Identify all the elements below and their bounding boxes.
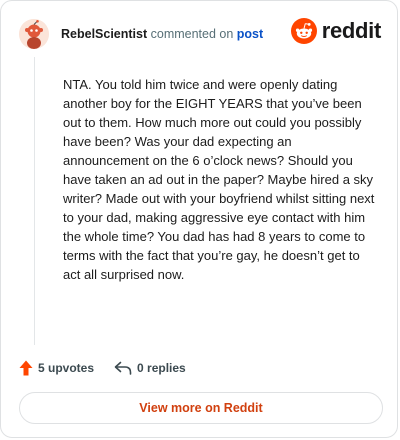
upvote-arrow-icon	[19, 360, 33, 376]
comment-header: RebelScientist commented on post reddit	[19, 17, 381, 51]
reply-button[interactable]: 0 replies	[114, 361, 186, 375]
reddit-wordmark: reddit	[321, 18, 382, 43]
username-link[interactable]: RebelScientist	[61, 27, 147, 41]
upvote-button[interactable]: 5 upvotes	[19, 360, 94, 376]
comment-body: NTA. You told him twice and were openly …	[63, 77, 375, 282]
snoo-avatar-icon	[19, 19, 49, 49]
comment-actions: 5 upvotes 0 replies	[19, 359, 186, 377]
thread-line	[34, 57, 35, 345]
byline-action-text: commented on	[147, 27, 237, 41]
upvote-count: 5 upvotes	[38, 361, 95, 375]
comment-byline: RebelScientist commented on post	[61, 27, 263, 41]
reply-arrow-icon	[114, 361, 132, 375]
reddit-alien-icon	[290, 18, 317, 44]
comment-embed-card: RebelScientist commented on post reddit …	[0, 0, 398, 438]
reddit-logo[interactable]: reddit	[290, 18, 382, 44]
reply-count: 0 replies	[137, 361, 186, 375]
post-link[interactable]: post	[237, 27, 263, 41]
user-avatar[interactable]	[19, 19, 49, 49]
view-more-button[interactable]: View more on Reddit	[19, 392, 383, 424]
